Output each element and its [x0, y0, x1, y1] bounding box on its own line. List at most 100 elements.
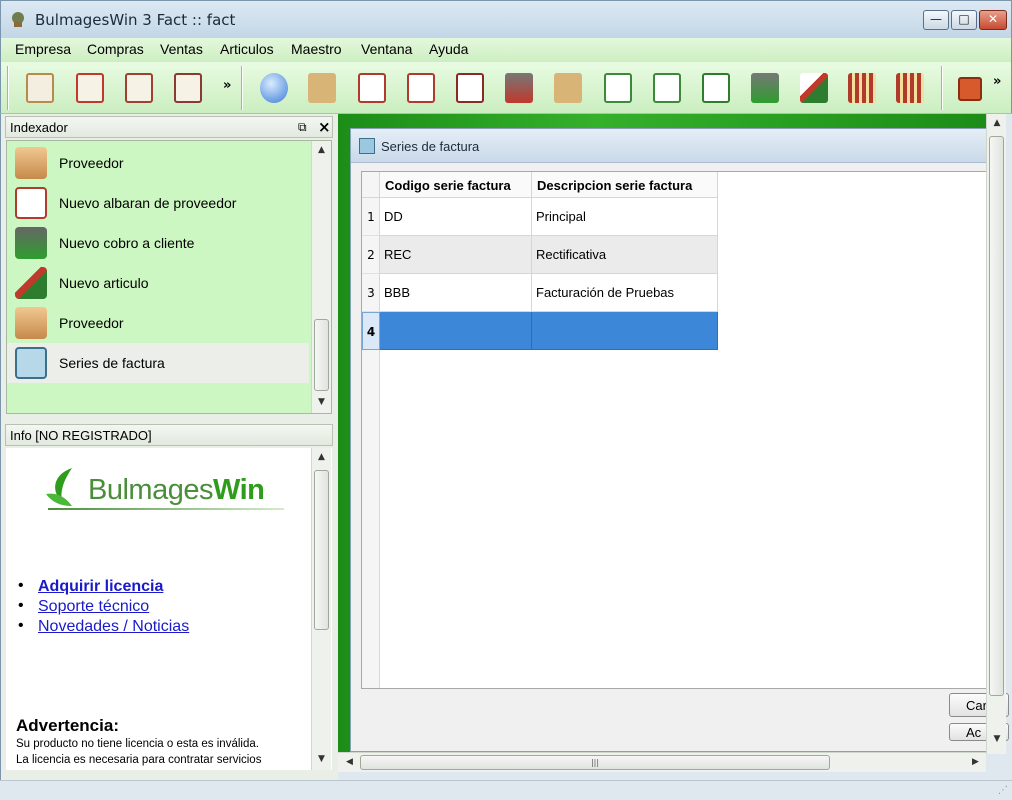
- scroll-down-icon[interactable]: ▼: [312, 397, 331, 407]
- index-item-articulo[interactable]: Nuevo articulo: [7, 263, 309, 303]
- info-scrollbar[interactable]: ▲ ▼: [311, 448, 331, 770]
- toolbar-button-layout[interactable]: [71, 69, 109, 107]
- cell-descripcion[interactable]: Principal: [532, 198, 718, 236]
- scroll-down-icon[interactable]: ▼: [312, 754, 331, 764]
- index-item-proveedor-2[interactable]: Proveedor: [7, 303, 309, 343]
- adquirir-licencia-link[interactable]: Adquirir licencia: [38, 578, 163, 595]
- menu-ventana[interactable]: Ventana: [361, 41, 412, 57]
- customer-icon: [554, 73, 582, 103]
- maximize-button[interactable]: □: [951, 10, 977, 30]
- toolbar-button-supplier[interactable]: [303, 69, 341, 107]
- novedades-link[interactable]: Novedades / Noticias: [38, 618, 189, 635]
- menu-maestro[interactable]: Maestro: [291, 41, 342, 57]
- info-pane: BulmagesWin Adquirir licencia Soporte té…: [6, 448, 332, 770]
- toolbar-overflow-icon[interactable]: »: [993, 74, 1001, 89]
- cell-codigo[interactable]: REC: [380, 236, 532, 274]
- cell-descripcion[interactable]: Rectificativa: [532, 236, 718, 274]
- index-item-label: Nuevo cobro a cliente: [59, 235, 195, 251]
- indexador-scrollbar[interactable]: ▲ ▼: [311, 141, 331, 413]
- toolbar-button-accounts[interactable]: [169, 69, 207, 107]
- delivery-note-icon: [407, 73, 435, 103]
- series-factura-window[interactable]: Series de factura Codigo serie factura D…: [350, 128, 1009, 752]
- indexador-list[interactable]: Proveedor Nuevo albaran de proveedor Nue…: [6, 140, 332, 414]
- list-item: Soporte técnico: [18, 597, 189, 618]
- toolbar-button-delivery[interactable]: [402, 69, 440, 107]
- scroll-up-icon[interactable]: ▲: [312, 452, 331, 462]
- article-tools-icon: [800, 73, 828, 103]
- minimize-button[interactable]: —: [923, 10, 949, 30]
- close-button[interactable]: ✕: [979, 10, 1007, 30]
- toolbar-button-payment-doc[interactable]: [451, 69, 489, 107]
- cell-descripcion[interactable]: Facturación de Pruebas: [532, 274, 718, 312]
- close-panel-icon[interactable]: ×: [318, 118, 331, 136]
- sales-payment-icon: [702, 73, 730, 103]
- soporte-tecnico-link[interactable]: Soporte técnico: [38, 598, 149, 615]
- toolbar-button-invoice[interactable]: [353, 69, 391, 107]
- table-corner[interactable]: [362, 172, 380, 198]
- toolbar: » »: [0, 62, 1012, 114]
- float-panel-icon[interactable]: ⧉: [298, 120, 307, 135]
- toolbar-button-company[interactable]: [21, 69, 59, 107]
- scroll-up-icon[interactable]: ▲: [987, 118, 1007, 128]
- child-title-bar[interactable]: Series de factura: [351, 129, 989, 163]
- maximize-icon: □: [958, 12, 970, 26]
- index-item-albaran[interactable]: Nuevo albaran de proveedor: [7, 183, 309, 223]
- row-header[interactable]: 2: [362, 236, 380, 274]
- resize-grip-icon[interactable]: ⋰: [998, 785, 1008, 796]
- toolbar-button-stats-1[interactable]: [843, 69, 881, 107]
- cell-descripcion[interactable]: [532, 312, 718, 350]
- bulmageswin-logo: BulmagesWin: [42, 464, 284, 514]
- column-header-descripcion[interactable]: Descripcion serie factura: [532, 172, 718, 198]
- index-item-cobro[interactable]: Nuevo cobro a cliente: [7, 223, 309, 263]
- toolbar-button-stats-2[interactable]: [891, 69, 929, 107]
- article-tools-icon: [15, 267, 47, 299]
- menu-articulos[interactable]: Articulos: [220, 41, 274, 57]
- accounts-icon: [174, 73, 202, 103]
- toolbar-button-customer[interactable]: [549, 69, 587, 107]
- index-item-label: Series de factura: [59, 355, 165, 371]
- scroll-right-icon[interactable]: ▶: [966, 757, 985, 767]
- toolbar-button-exit[interactable]: [951, 69, 989, 107]
- workspace-horizontal-scrollbar[interactable]: ◀ ||| ▶: [338, 752, 986, 772]
- info-links: Adquirir licencia Soporte técnico Noveda…: [18, 577, 189, 638]
- cell-codigo[interactable]: DD: [380, 198, 532, 236]
- cell-codigo[interactable]: [380, 312, 532, 350]
- indexador-header: Indexador ⧉ ×: [5, 116, 333, 138]
- toolbar-button-article[interactable]: [795, 69, 833, 107]
- title-bar[interactable]: BulmagesWin 3 Fact :: fact — □ ✕: [0, 0, 1012, 38]
- power-icon: [958, 77, 982, 101]
- menu-empresa[interactable]: Empresa: [15, 41, 71, 57]
- cell-codigo[interactable]: BBB: [380, 274, 532, 312]
- column-header-codigo[interactable]: Codigo serie factura: [380, 172, 532, 198]
- toolbar-button-sales-delivery[interactable]: [648, 69, 686, 107]
- row-header-active[interactable]: 4: [362, 312, 380, 350]
- scroll-left-icon[interactable]: ◀: [340, 757, 359, 767]
- scroll-thumb[interactable]: [989, 136, 1004, 696]
- row-header[interactable]: 1: [362, 198, 380, 236]
- index-item-proveedor[interactable]: Proveedor: [7, 143, 309, 183]
- toolbar-button-tree[interactable]: [120, 69, 158, 107]
- toolbar-button-web[interactable]: [255, 69, 293, 107]
- workspace-vertical-scrollbar[interactable]: ▲ ▼: [986, 114, 1006, 754]
- payment-icon: [15, 227, 47, 259]
- series-table[interactable]: Codigo serie factura Descripcion serie f…: [361, 171, 991, 689]
- toolbar-button-order[interactable]: [599, 69, 637, 107]
- menu-ayuda[interactable]: Ayuda: [429, 41, 468, 57]
- toolbar-overflow-icon[interactable]: »: [223, 78, 231, 93]
- company-icon: [26, 73, 54, 103]
- index-item-series-factura[interactable]: Series de factura: [7, 343, 309, 383]
- toolbar-button-collect[interactable]: [746, 69, 784, 107]
- left-dock: Indexador ⧉ × Proveedor Nuevo albaran de…: [0, 114, 338, 780]
- scroll-thumb[interactable]: |||: [360, 755, 830, 770]
- sales-delivery-icon: [653, 73, 681, 103]
- scroll-down-icon[interactable]: ▼: [987, 734, 1007, 744]
- supplier-icon: [15, 307, 47, 339]
- menu-ventas[interactable]: Ventas: [160, 41, 203, 57]
- scroll-thumb[interactable]: [314, 319, 329, 391]
- toolbar-button-sales-payment[interactable]: [697, 69, 735, 107]
- toolbar-button-pay-out[interactable]: [500, 69, 538, 107]
- scroll-thumb[interactable]: [314, 470, 329, 630]
- menu-compras[interactable]: Compras: [87, 41, 144, 57]
- row-header[interactable]: 3: [362, 274, 380, 312]
- scroll-up-icon[interactable]: ▲: [312, 145, 331, 155]
